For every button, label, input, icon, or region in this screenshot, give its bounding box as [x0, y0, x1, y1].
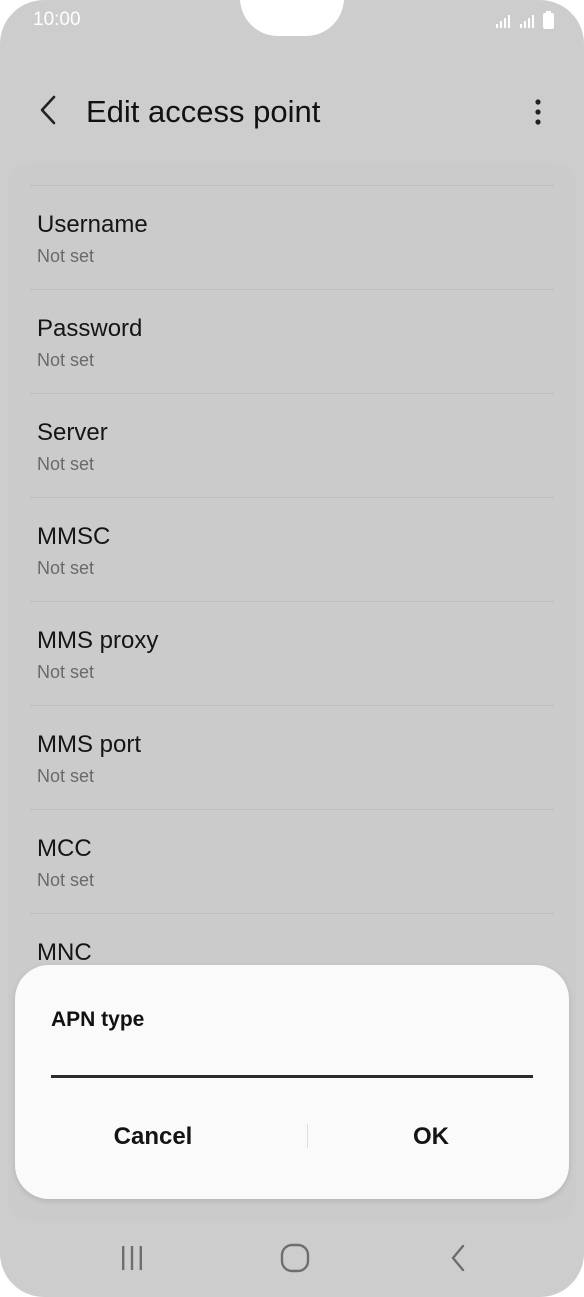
setting-mms-proxy[interactable]: MMS proxy Not set: [8, 602, 576, 706]
back-arrow-icon: [38, 94, 58, 131]
nav-back-icon: [448, 1242, 468, 1279]
nav-back-button[interactable]: [428, 1240, 488, 1280]
setting-title: Password: [37, 315, 143, 342]
home-icon: [279, 1242, 311, 1279]
setting-title: MMSC: [37, 523, 111, 550]
setting-value: Not set: [37, 662, 95, 682]
status-time: 10:00: [33, 9, 81, 30]
status-icons: [495, 11, 554, 29]
setting-mmsc[interactable]: MMSC Not set: [8, 498, 576, 602]
more-options-button[interactable]: [520, 92, 556, 136]
setting-value: Not set: [37, 870, 95, 890]
dialog-actions: Cancel OK: [15, 1113, 569, 1161]
setting-title: Server: [37, 419, 108, 446]
setting-password[interactable]: Password Not set: [8, 290, 576, 394]
setting-value: Not set: [37, 350, 95, 370]
cancel-button[interactable]: Cancel: [15, 1113, 291, 1161]
setting-value: Not set: [37, 454, 95, 474]
setting-value: Not set: [37, 558, 95, 578]
battery-icon: [543, 11, 554, 29]
settings-list: Username Not set Password Not set Server…: [8, 186, 576, 1018]
apn-type-input[interactable]: [51, 1041, 533, 1078]
home-button[interactable]: [265, 1240, 325, 1280]
setting-value: Not set: [37, 246, 95, 266]
phone-screen: 10:00 Edit access point Username Not set…: [0, 0, 584, 1297]
signal-icon: [495, 15, 513, 29]
page-title: Edit access point: [86, 94, 321, 129]
setting-mms-port[interactable]: MMS port Not set: [8, 706, 576, 810]
setting-title: Username: [37, 211, 148, 238]
setting-title: MCC: [37, 835, 92, 862]
status-bar: 10:00: [0, 0, 584, 40]
app-bar: Edit access point: [0, 80, 584, 146]
ok-button[interactable]: OK: [293, 1113, 569, 1161]
setting-title: MMS proxy: [37, 627, 159, 654]
setting-mcc[interactable]: MCC Not set: [8, 810, 576, 914]
back-button[interactable]: [28, 90, 68, 134]
recents-button[interactable]: [102, 1240, 162, 1280]
setting-username[interactable]: Username Not set: [8, 186, 576, 290]
setting-value: Not set: [37, 766, 95, 786]
more-options-icon: [534, 98, 542, 131]
recents-icon: [118, 1243, 146, 1278]
signal-icon: [519, 15, 537, 29]
setting-server[interactable]: Server Not set: [8, 394, 576, 498]
navigation-bar: [0, 1222, 584, 1297]
setting-title: MNC: [37, 939, 92, 966]
apn-type-dialog: APN type Cancel OK: [15, 965, 569, 1199]
setting-title: MMS port: [37, 731, 142, 758]
dialog-title: APN type: [51, 1008, 145, 1031]
